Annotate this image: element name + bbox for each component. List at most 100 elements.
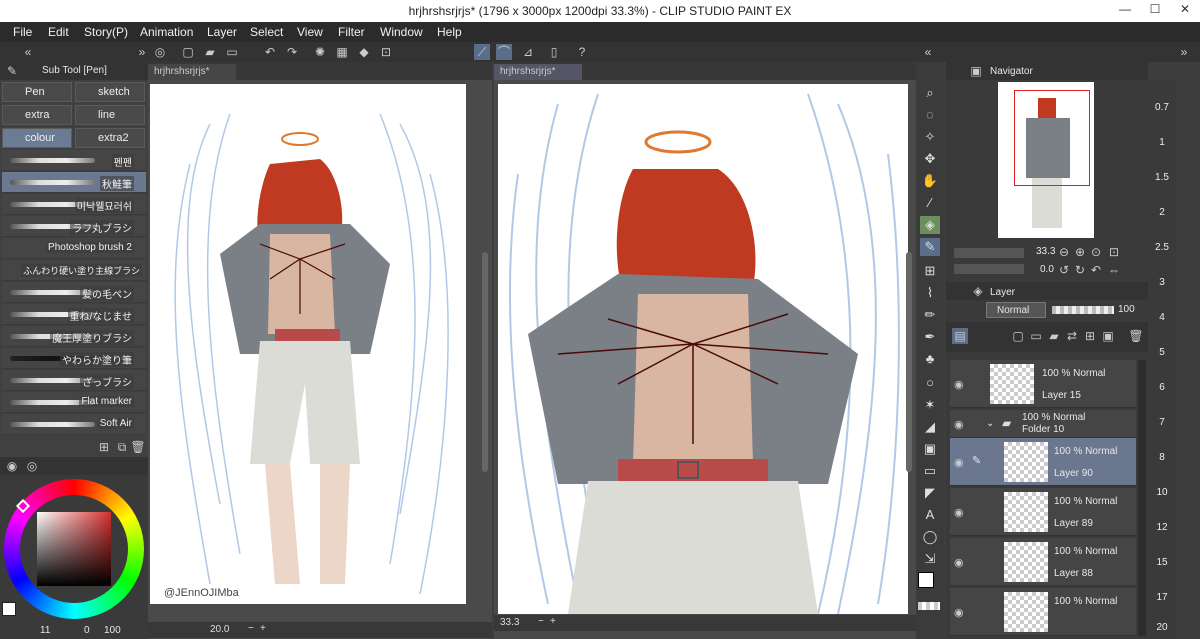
fill-tool-icon[interactable]: ◢ xyxy=(920,418,940,436)
brush-item[interactable]: Flat marker xyxy=(2,392,146,413)
layer-row[interactable]: ◉ 100 % Normal xyxy=(950,588,1136,636)
visibility-eye-icon[interactable]: ◉ xyxy=(954,606,964,619)
brush-item[interactable]: ラフ丸ブラシ xyxy=(2,216,146,237)
lasso-tool-icon[interactable]: ◌ xyxy=(920,106,940,124)
eyedropper-tool-icon[interactable]: ⁄ xyxy=(920,194,940,212)
layer-mask-icon[interactable]: ▤ xyxy=(952,328,968,344)
ink-tool-icon[interactable]: ✒ xyxy=(920,328,940,346)
fit-window-icon[interactable]: ⊡ xyxy=(1106,244,1122,260)
brush-item[interactable]: 魔王厚塗りブラシ xyxy=(2,326,146,347)
ruler-icon[interactable]: ⊿ xyxy=(520,44,536,60)
figure-tool-icon[interactable]: ▭ xyxy=(920,462,940,480)
delete-layer-icon[interactable]: 🗑 xyxy=(1128,328,1144,344)
zoom-preset[interactable]: 1.5 xyxy=(1150,172,1174,183)
sparkle-tool-icon[interactable]: ✶ xyxy=(920,396,940,414)
main-color-icon[interactable] xyxy=(918,572,934,588)
color-set-tab-icon[interactable]: ◎ xyxy=(24,458,40,474)
clear-icon[interactable]: ▦ xyxy=(334,44,350,60)
visibility-eye-icon[interactable]: ◉ xyxy=(954,556,964,569)
canvas-tab[interactable]: hrjhrshsrjrjs* xyxy=(148,64,236,80)
menu-file[interactable]: File xyxy=(13,25,32,39)
group-colour[interactable]: colour xyxy=(2,128,72,148)
artwork-canvas[interactable]: @JEnnOJIMba xyxy=(150,84,466,604)
zoom-preset[interactable]: 20 xyxy=(1150,622,1174,633)
vertical-scrollbar[interactable] xyxy=(482,252,488,472)
main-color-swatch[interactable] xyxy=(2,602,16,616)
layer-row[interactable]: ◉ 100 % Normal Layer 88 xyxy=(950,538,1136,586)
visibility-eye-icon[interactable]: ◉ xyxy=(954,506,964,519)
brush-item[interactable]: やわらか塗り筆 xyxy=(2,348,146,369)
zoom-preset[interactable]: 1 xyxy=(1150,137,1174,148)
zoom-preset[interactable]: 2 xyxy=(1150,207,1174,218)
loading-icon[interactable]: ✺ xyxy=(312,44,328,60)
expand-icon[interactable]: » xyxy=(1176,44,1192,60)
new-vector-layer-icon[interactable]: ▭ xyxy=(1028,328,1044,344)
hand-tool-icon[interactable]: ✋ xyxy=(920,172,940,190)
group-pen[interactable]: Pen xyxy=(2,82,72,102)
visibility-eye-icon[interactable]: ◉ xyxy=(954,456,964,469)
zoom-preset[interactable]: 0.7 xyxy=(1150,102,1174,113)
new-raster-layer-icon[interactable]: ▢ xyxy=(1010,328,1026,344)
minimize-button[interactable]: — xyxy=(1110,2,1140,20)
menu-help[interactable]: Help xyxy=(437,25,462,39)
group-sketch[interactable]: sketch xyxy=(75,82,145,102)
zoom-preset[interactable]: 10 xyxy=(1150,487,1174,498)
move-tool-icon[interactable]: ✥ xyxy=(920,150,940,168)
navigator-view-frame[interactable] xyxy=(1014,90,1090,186)
saturation-square[interactable] xyxy=(37,512,111,586)
collapse-right-icon[interactable]: » xyxy=(134,44,150,60)
color-wheel-tab-icon[interactable]: ◉ xyxy=(4,458,20,474)
balloon-tool-icon[interactable]: ◯ xyxy=(920,528,940,546)
text-tool-icon[interactable]: A xyxy=(920,506,940,524)
folder-row[interactable]: ◉ ⌄ ▰ 100 % Normal Folder 10 xyxy=(950,410,1136,438)
vertical-scrollbar[interactable] xyxy=(906,252,912,472)
circle-tool-icon[interactable]: ○ xyxy=(920,374,940,392)
navigator-rotate-slider[interactable] xyxy=(954,264,1024,274)
reset-rotation-icon[interactable]: ↶ xyxy=(1088,262,1104,278)
navigator-zoom-slider[interactable] xyxy=(954,248,1024,258)
copy-icon[interactable]: ⧉ xyxy=(114,439,130,455)
rotate-right-icon[interactable]: ↻ xyxy=(1072,262,1088,278)
zoom-preset[interactable]: 5 xyxy=(1150,347,1174,358)
brush-item[interactable]: 펜펜 xyxy=(2,150,146,171)
artwork-canvas-zoomed[interactable] xyxy=(498,84,908,614)
frame-tool-icon[interactable]: ◤ xyxy=(920,484,940,502)
brush-item[interactable]: 髪の毛ペン xyxy=(2,282,146,303)
brush-item[interactable]: Photoshop brush 2 xyxy=(2,238,146,259)
collapse-icon[interactable]: « xyxy=(920,44,936,60)
eraser-tool-icon[interactable]: ◈ xyxy=(920,216,940,234)
open-file-icon[interactable]: ▰ xyxy=(202,44,218,60)
menu-filter[interactable]: Filter xyxy=(338,25,365,39)
fill-icon[interactable]: ◆ xyxy=(356,44,372,60)
zoom-preset[interactable]: 2.5 xyxy=(1150,242,1174,253)
brush-item-selected[interactable]: 秋鮭筆 xyxy=(2,172,146,193)
stabilizer-icon[interactable]: ⟋ xyxy=(474,44,490,60)
transparent-color-icon[interactable] xyxy=(918,602,940,610)
pencil-tool-icon[interactable]: ✏ xyxy=(920,306,940,324)
folder-expand-icon[interactable]: ⌄ xyxy=(986,418,994,429)
group-extra2[interactable]: extra2 xyxy=(75,128,145,148)
brush-item[interactable]: ざっブラシ xyxy=(2,370,146,391)
collapse-left-icon[interactable]: « xyxy=(20,44,36,60)
maximize-button[interactable]: ☐ xyxy=(1140,2,1170,20)
menu-window[interactable]: Window xyxy=(380,25,423,39)
tablet-icon[interactable]: ▯ xyxy=(546,44,562,60)
menu-view[interactable]: View xyxy=(297,25,323,39)
correct-line-tool-icon[interactable]: ⇲ xyxy=(920,550,940,568)
zoom-out-icon[interactable]: − xyxy=(248,623,254,634)
zoom-preset[interactable]: 8 xyxy=(1150,452,1174,463)
zoom-in-icon[interactable]: + xyxy=(260,623,266,634)
flip-icon[interactable]: ⇔ xyxy=(1106,262,1122,278)
zoom-preset[interactable]: 7 xyxy=(1150,417,1174,428)
decoration-tool-icon[interactable]: ♣ xyxy=(920,350,940,368)
group-extra[interactable]: extra xyxy=(2,105,72,125)
brush-item[interactable]: 미낙웰묘러쉬 xyxy=(2,194,146,215)
zoom-in-icon[interactable]: + xyxy=(550,616,556,627)
visibility-eye-icon[interactable]: ◉ xyxy=(954,418,964,431)
canvas-tab[interactable]: hrjhrshsrjrjs* xyxy=(494,64,582,80)
new-file-icon[interactable]: ▢ xyxy=(180,44,196,60)
menu-layer[interactable]: Layer xyxy=(207,25,237,39)
group-line[interactable]: line xyxy=(75,105,145,125)
grid-tool-icon[interactable]: ⊞ xyxy=(920,262,940,280)
zoom-preset[interactable]: 3 xyxy=(1150,277,1174,288)
